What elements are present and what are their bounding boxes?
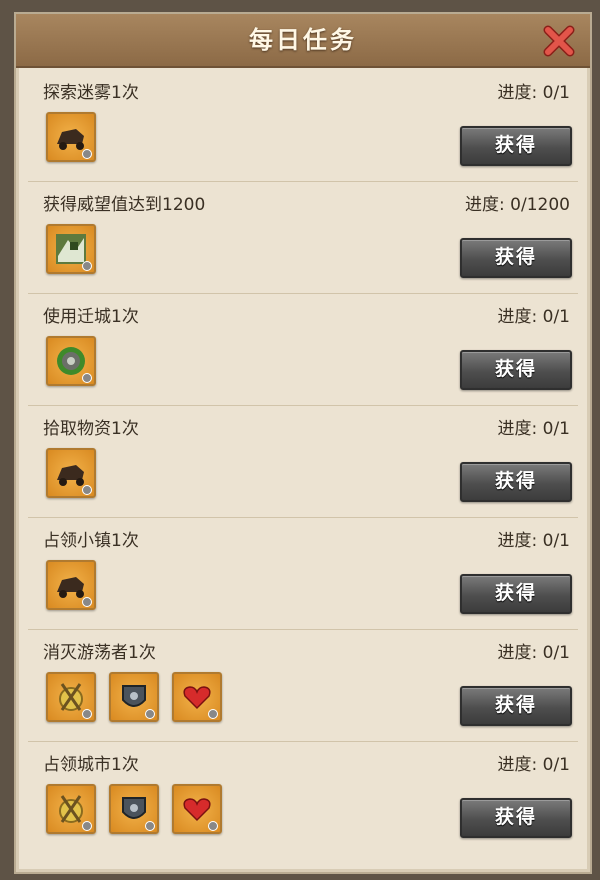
shield-icon[interactable] (109, 672, 159, 722)
badge-dot (145, 709, 155, 719)
task-progress: 进度: 0/1 (497, 307, 571, 327)
task-row: 探索迷雾1次 进度: 0/1 获得 (28, 70, 578, 182)
reward-list (46, 560, 96, 612)
task-row: 获得威望值达到1200 进度: 0/1200 获得 (28, 182, 578, 294)
prestige-icon[interactable] (46, 224, 96, 274)
task-row: 拾取物资1次 进度: 0/1 获得 (28, 406, 578, 518)
shield-icon[interactable] (109, 784, 159, 834)
close-icon[interactable] (540, 22, 578, 60)
task-progress: 进度: 0/1 (497, 755, 571, 775)
badge-dot (82, 597, 92, 607)
task-row: 占领城市1次 进度: 0/1 获得 (28, 742, 578, 853)
badge-dot (82, 485, 92, 495)
wagon-icon[interactable] (46, 448, 96, 498)
task-row: 消灭游荡者1次 进度: 0/1 获得 (28, 630, 578, 742)
title-bar: 每日任务 (16, 14, 590, 68)
medal-icon[interactable] (46, 672, 96, 722)
get-button[interactable]: 获得 (460, 238, 572, 278)
badge-dot (82, 149, 92, 159)
task-row: 占领小镇1次 进度: 0/1 获得 (28, 518, 578, 630)
wagon-icon[interactable] (46, 560, 96, 610)
reward-list (46, 672, 222, 724)
game-frame: 每日任务 探索迷雾1次 进度: 0/1 获得 获得威望值达到1200 进度: 0… (0, 0, 600, 880)
get-button[interactable]: 获得 (460, 462, 572, 502)
badge-dot (208, 709, 218, 719)
reward-list (46, 112, 96, 164)
task-name: 占领城市1次 (43, 755, 139, 775)
task-name: 消灭游荡者1次 (43, 643, 156, 663)
medal-icon[interactable] (46, 784, 96, 834)
daily-tasks-dialog: 每日任务 探索迷雾1次 进度: 0/1 获得 获得威望值达到1200 进度: 0… (14, 12, 592, 874)
get-button[interactable]: 获得 (460, 350, 572, 390)
task-row: 使用迁城1次 进度: 0/1 获得 (28, 294, 578, 406)
task-name: 获得威望值达到1200 (43, 195, 206, 215)
badge-dot (208, 821, 218, 831)
reward-list (46, 784, 222, 836)
reward-list (46, 448, 96, 500)
task-list: 探索迷雾1次 进度: 0/1 获得 获得威望值达到1200 进度: 0/1200 (28, 70, 578, 853)
task-progress: 进度: 0/1 (497, 643, 571, 663)
badge-dot (82, 373, 92, 383)
get-button[interactable]: 获得 (460, 574, 572, 614)
reward-list (46, 224, 96, 276)
task-name: 占领小镇1次 (43, 531, 139, 551)
task-progress: 进度: 0/1 (497, 531, 571, 551)
task-name: 探索迷雾1次 (43, 83, 139, 103)
wagon-icon[interactable] (46, 112, 96, 162)
get-button[interactable]: 获得 (460, 126, 572, 166)
task-name: 使用迁城1次 (43, 307, 139, 327)
heart-icon[interactable] (172, 672, 222, 722)
relocate-icon[interactable] (46, 336, 96, 386)
dialog-title: 每日任务 (249, 26, 357, 54)
badge-dot (82, 709, 92, 719)
task-progress: 进度: 0/1 (497, 83, 571, 103)
task-progress: 进度: 0/1 (497, 419, 571, 439)
task-progress: 进度: 0/1200 (465, 195, 570, 215)
badge-dot (145, 821, 155, 831)
get-button[interactable]: 获得 (460, 686, 572, 726)
task-name: 拾取物资1次 (43, 419, 139, 439)
reward-list (46, 336, 96, 388)
badge-dot (82, 821, 92, 831)
heart-icon[interactable] (172, 784, 222, 834)
get-button[interactable]: 获得 (460, 798, 572, 838)
badge-dot (82, 261, 92, 271)
